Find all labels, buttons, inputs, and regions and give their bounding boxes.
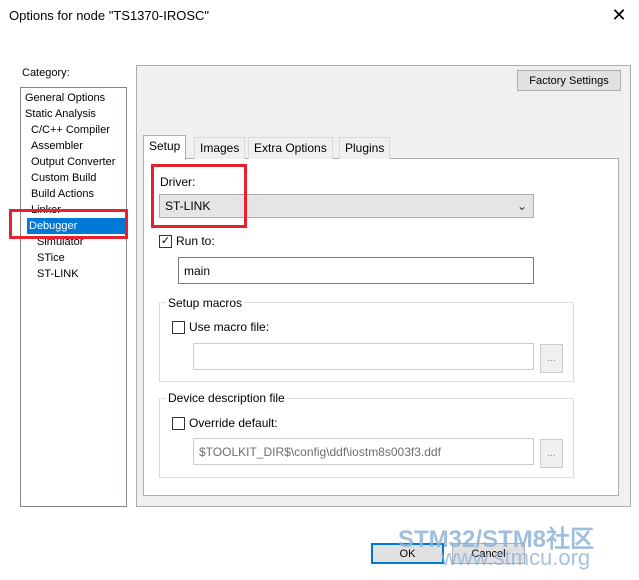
sidebar-item-stice[interactable]: STice xyxy=(35,250,67,266)
window-title: Options for node "TS1370-IROSC" xyxy=(9,8,209,23)
category-label: Category: xyxy=(22,67,70,79)
sidebar-item-static-analysis[interactable]: Static Analysis xyxy=(23,106,98,122)
setup-macros-title: Setup macros xyxy=(166,296,245,310)
sidebar-item-linker[interactable]: Linker xyxy=(29,202,63,218)
close-icon[interactable]: ✕ xyxy=(607,4,631,26)
watermark-url: www.stmcu.org xyxy=(441,545,591,570)
macro-file-input[interactable] xyxy=(193,343,534,370)
run-to-label: Run to: xyxy=(176,234,215,248)
use-macro-file-label: Use macro file: xyxy=(189,320,270,334)
driver-select[interactable]: ST-LINK ⌄ xyxy=(159,194,534,218)
device-description-browse-button[interactable]: ... xyxy=(540,439,563,468)
use-macro-file-checkbox[interactable] xyxy=(172,321,185,334)
sidebar-item-st-link[interactable]: ST-LINK xyxy=(35,266,81,282)
sidebar-item-simulator[interactable]: Simulator xyxy=(35,234,85,250)
sidebar-item-debugger[interactable]: Debugger xyxy=(27,218,126,234)
setup-macros-group xyxy=(159,302,574,382)
category-list[interactable]: General Options Static Analysis C/C++ Co… xyxy=(20,87,127,507)
driver-select-value: ST-LINK xyxy=(165,199,211,213)
sidebar-item-output-converter[interactable]: Output Converter xyxy=(29,154,117,170)
tab-setup[interactable]: Setup xyxy=(143,135,187,160)
factory-settings-button[interactable]: Factory Settings xyxy=(517,70,621,91)
driver-label: Driver: xyxy=(160,175,196,189)
run-to-checkbox[interactable]: ✓ xyxy=(159,235,172,248)
run-to-value: main xyxy=(184,263,211,278)
tab-extra-options[interactable]: Extra Options xyxy=(248,137,333,159)
sidebar-item-cpp-compiler[interactable]: C/C++ Compiler xyxy=(29,122,112,138)
tab-plugins[interactable]: Plugins xyxy=(339,137,391,159)
sidebar-item-assembler[interactable]: Assembler xyxy=(29,138,85,154)
device-description-input[interactable]: $TOOLKIT_DIR$\config\ddf\iostm8s003f3.dd… xyxy=(193,438,534,465)
macro-browse-button[interactable]: ... xyxy=(540,344,563,373)
chevron-down-icon: ⌄ xyxy=(516,199,527,213)
device-description-title: Device description file xyxy=(166,391,287,405)
sidebar-item-custom-build[interactable]: Custom Build xyxy=(29,170,98,186)
sidebar-item-general-options[interactable]: General Options xyxy=(23,90,107,106)
options-dialog: Options for node "TS1370-IROSC" ✕ Catego… xyxy=(0,0,639,580)
run-to-input[interactable]: main xyxy=(178,257,534,284)
tab-images[interactable]: Images xyxy=(194,137,246,159)
device-description-value: $TOOLKIT_DIR$\config\ddf\iostm8s003f3.dd… xyxy=(199,444,441,459)
sidebar-item-build-actions[interactable]: Build Actions xyxy=(29,186,96,202)
override-default-checkbox[interactable] xyxy=(172,417,185,430)
override-default-label: Override default: xyxy=(189,416,278,430)
title-bar[interactable]: Options for node "TS1370-IROSC" ✕ xyxy=(0,0,639,32)
check-icon: ✓ xyxy=(160,235,171,247)
